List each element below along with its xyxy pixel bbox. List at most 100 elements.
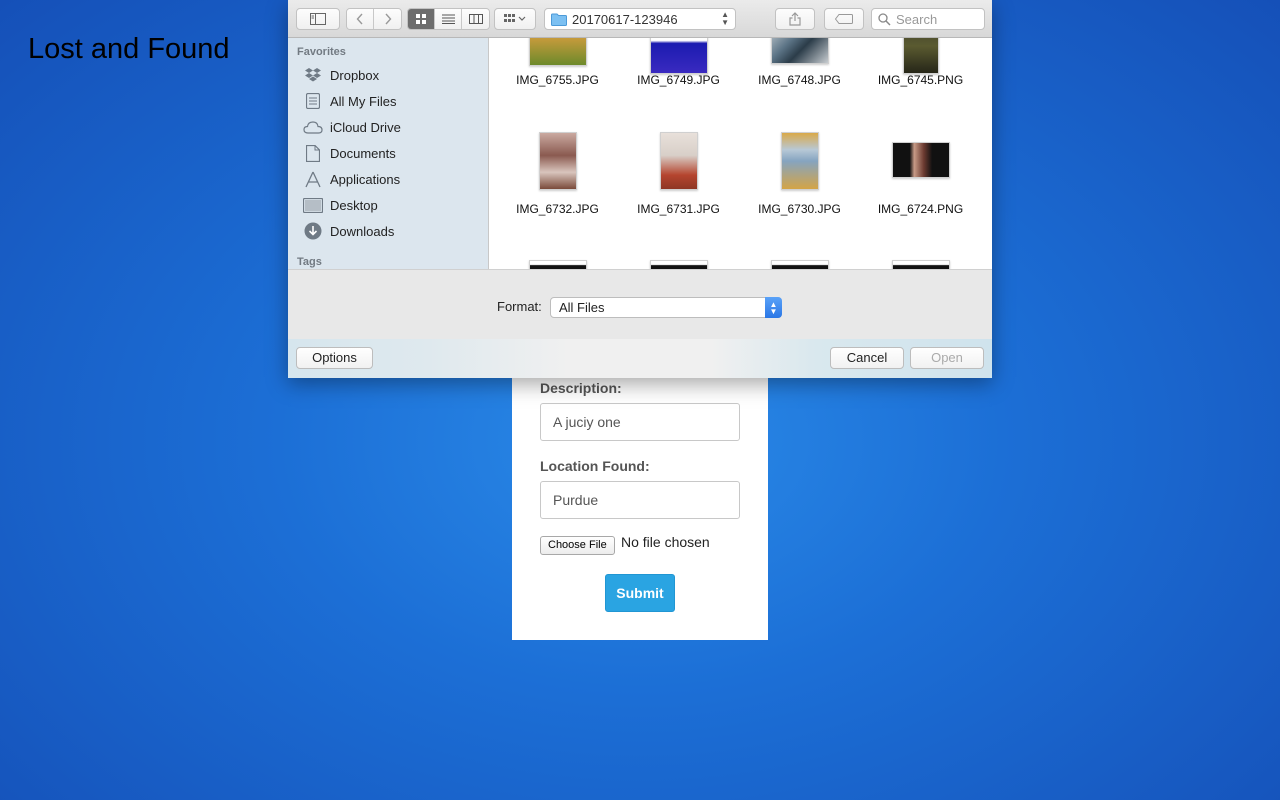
- sidebar-item-dropbox[interactable]: Dropbox: [302, 64, 379, 86]
- file-thumbnail: [650, 38, 708, 74]
- file-thumbnail[interactable]: [650, 260, 708, 269]
- file-name: IMG_6731.JPG: [637, 202, 720, 216]
- view-mode-group: [407, 8, 490, 30]
- grid-icon: [416, 14, 426, 24]
- file-item[interactable]: IMG_6731.JPG: [618, 130, 739, 240]
- file-open-dialog: 20170617-123946 ▲ ▼ Search Favorites Drop…: [288, 0, 992, 378]
- file-thumbnail[interactable]: [529, 260, 587, 269]
- format-label: Format:: [497, 299, 542, 314]
- file-item[interactable]: IMG_6730.JPG: [739, 130, 860, 240]
- dropbox-icon: [302, 66, 324, 84]
- favorites-heading: Favorites: [297, 46, 346, 58]
- lost-item-form: Description: A juciy one Location Found:…: [512, 370, 768, 640]
- dialog-footer: Options Cancel Open: [288, 339, 992, 378]
- submit-button[interactable]: Submit: [605, 574, 675, 612]
- desktop-icon: [302, 196, 324, 214]
- cloud-icon: [302, 118, 324, 136]
- chevron-left-icon: [356, 13, 363, 25]
- file-thumbnail[interactable]: [771, 260, 829, 269]
- file-item[interactable]: IMG_6749.JPG: [618, 38, 739, 128]
- forward-button[interactable]: [374, 9, 401, 29]
- arrange-icon: [504, 14, 526, 22]
- dialog-sidebar: Favorites Dropbox All My Files iCloud Dr…: [288, 38, 489, 269]
- back-forward-group: [346, 8, 402, 30]
- download-icon: [302, 222, 324, 240]
- file-name: IMG_6755.JPG: [516, 73, 599, 87]
- file-item[interactable]: IMG_6745.PNG: [860, 38, 981, 128]
- columns-icon: [468, 14, 483, 24]
- location-input[interactable]: Purdue: [540, 481, 740, 519]
- format-bar: Format: All Files ▲ ▼: [288, 269, 992, 339]
- search-icon: [878, 12, 891, 26]
- options-button[interactable]: Options: [296, 347, 373, 369]
- sidebar-item-label: Documents: [330, 145, 396, 161]
- arrange-button[interactable]: [494, 8, 536, 30]
- file-thumbnail: [539, 132, 577, 190]
- sidebar-item-label: Applications: [330, 171, 401, 187]
- all-files-icon: [302, 92, 324, 110]
- tag-icon: [835, 14, 853, 24]
- page-title: Lost and Found: [28, 33, 230, 65]
- folder-name: 20170617-123946: [572, 11, 678, 27]
- search-placeholder: Search: [896, 11, 938, 27]
- sidebar-item-all-my-files[interactable]: All My Files: [302, 90, 396, 112]
- file-name: IMG_6724.PNG: [877, 202, 964, 216]
- select-arrows-icon: ▲ ▼: [765, 297, 782, 318]
- dialog-toolbar: 20170617-123946 ▲ ▼ Search: [288, 0, 992, 38]
- list-view-button[interactable]: [435, 9, 462, 29]
- document-icon: [302, 144, 324, 162]
- file-browser: IMG_6755.JPG IMG_6749.JPG IMG_6748.JPG I…: [489, 38, 992, 269]
- format-select[interactable]: All Files ▲ ▼: [550, 297, 782, 318]
- back-button[interactable]: [347, 9, 374, 29]
- folder-icon: [551, 13, 567, 26]
- sidebar-item-desktop[interactable]: Desktop: [302, 194, 378, 216]
- sidebar-item-label: All My Files: [330, 93, 397, 109]
- sidebar-item-applications[interactable]: Applications: [302, 168, 400, 190]
- file-name: IMG_6748.JPG: [758, 73, 841, 87]
- file-thumbnail: [903, 38, 939, 74]
- tags-button[interactable]: [824, 8, 864, 30]
- sidebar-item-label: iCloud Drive: [330, 119, 401, 135]
- description-label: Description:: [540, 380, 622, 396]
- file-status-text: No file chosen: [621, 534, 710, 550]
- list-icon: [441, 14, 455, 24]
- choose-file-button[interactable]: Choose File: [540, 536, 615, 555]
- sidebar-item-label: Desktop: [330, 197, 378, 213]
- share-button[interactable]: [775, 8, 815, 30]
- sidebar-toggle-button[interactable]: [296, 8, 340, 30]
- sidebar-item-icloud-drive[interactable]: iCloud Drive: [302, 116, 401, 138]
- description-input[interactable]: A juciy one: [540, 403, 740, 441]
- file-name: IMG_6745.PNG: [877, 73, 964, 87]
- chevron-right-icon: [384, 13, 391, 25]
- file-thumbnail: [529, 38, 587, 66]
- cancel-button[interactable]: Cancel: [830, 347, 904, 369]
- applications-icon: [302, 170, 324, 188]
- sidebar-toggle-icon: [310, 13, 326, 25]
- sidebar-item-label: Dropbox: [330, 67, 380, 83]
- sidebar-item-documents[interactable]: Documents: [302, 142, 396, 164]
- folder-path-popup[interactable]: 20170617-123946 ▲ ▼: [544, 8, 736, 30]
- file-item[interactable]: IMG_6724.PNG: [860, 130, 981, 240]
- search-input[interactable]: Search: [871, 8, 985, 30]
- location-label: Location Found:: [540, 458, 650, 474]
- file-thumbnail: [660, 132, 698, 190]
- tags-heading: Tags: [297, 256, 322, 268]
- file-name: IMG_6730.JPG: [758, 202, 841, 216]
- sidebar-item-downloads[interactable]: Downloads: [302, 220, 394, 242]
- file-name: IMG_6732.JPG: [516, 202, 599, 216]
- icon-view-button[interactable]: [408, 9, 435, 29]
- open-button[interactable]: Open: [910, 347, 984, 369]
- file-thumbnail: [892, 142, 950, 178]
- file-thumbnail[interactable]: [892, 260, 950, 269]
- file-item[interactable]: IMG_6748.JPG: [739, 38, 860, 128]
- column-view-button[interactable]: [462, 9, 489, 29]
- file-thumbnail: [781, 132, 819, 190]
- file-item[interactable]: IMG_6732.JPG: [497, 130, 618, 240]
- share-icon: [789, 12, 801, 26]
- file-name: IMG_6749.JPG: [637, 73, 720, 87]
- sidebar-item-label: Downloads: [330, 223, 395, 239]
- file-item[interactable]: IMG_6755.JPG: [497, 38, 618, 128]
- format-value: All Files: [559, 300, 605, 315]
- file-thumbnail: [771, 38, 829, 64]
- popup-arrows-icon: ▲ ▼: [721, 10, 729, 27]
